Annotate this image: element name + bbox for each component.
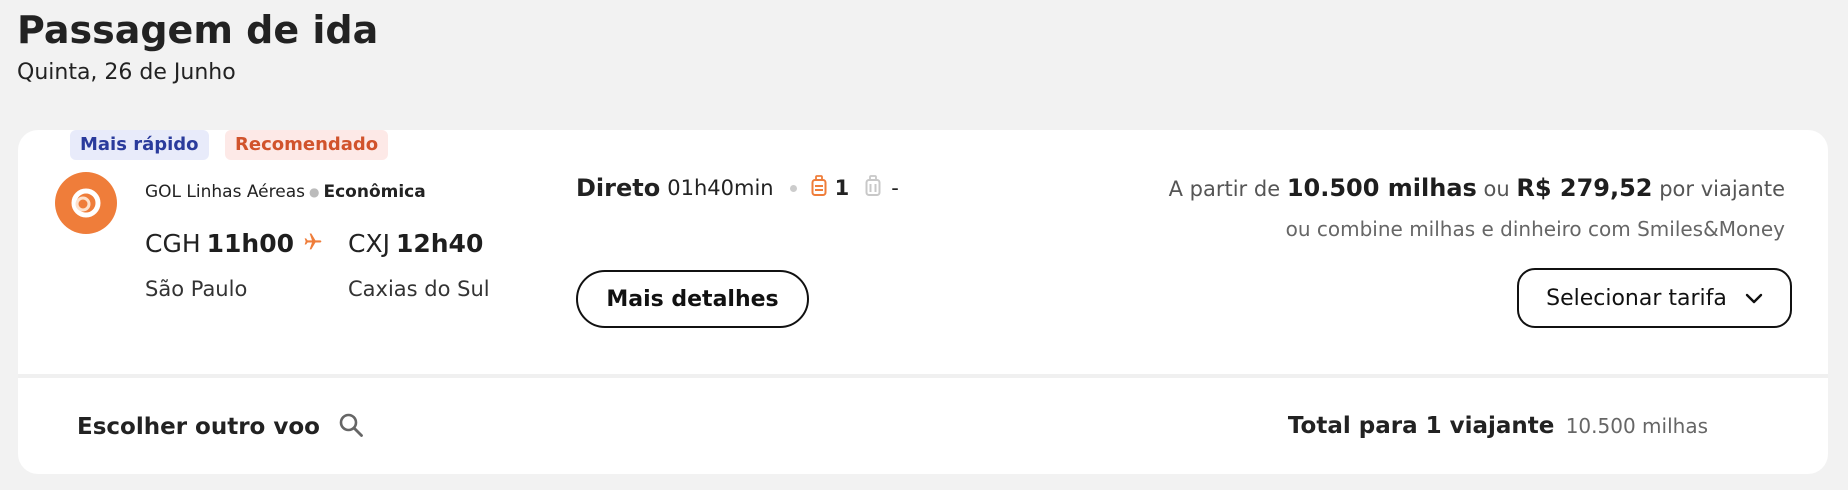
departure-code: CGH xyxy=(145,229,201,258)
total-value: 10.500 milhas xyxy=(1565,414,1708,438)
page-title: Passagem de ida xyxy=(17,8,379,52)
price-money: R$ 279,52 xyxy=(1516,174,1653,202)
total-summary: Total para 1 viajante 10.500 milhas xyxy=(1288,413,1708,439)
recommended-badge: Recomendado xyxy=(225,130,389,160)
duration: 01h40min xyxy=(667,176,774,200)
select-fare-label: Selecionar tarifa xyxy=(1546,285,1727,311)
checked-bag-icon xyxy=(811,174,827,202)
airline-name: GOL Linhas Aéreas xyxy=(145,182,305,202)
choose-other-flight-label: Escolher outro voo xyxy=(77,414,320,440)
separator-dot: ● xyxy=(309,185,320,199)
departure: CGH 11h00 xyxy=(145,229,294,258)
airline-info: GOL Linhas Aéreas ● Econômica xyxy=(145,182,426,202)
price-or: ou xyxy=(1483,177,1510,201)
chevron-down-icon xyxy=(1745,286,1763,311)
fastest-badge: Mais rápido xyxy=(70,130,209,160)
search-icon xyxy=(338,412,364,442)
arrival-code: CXJ xyxy=(348,229,390,258)
airline-logo xyxy=(55,172,117,234)
departure-time: 11h00 xyxy=(206,229,295,258)
smiles-money-note: ou combine milhas e dinheiro com Smiles&… xyxy=(1285,217,1785,241)
hand-bag-count: - xyxy=(891,176,899,200)
price-prefix: A partir de xyxy=(1168,177,1281,201)
checked-bag-count: 1 xyxy=(834,176,850,200)
page-subtitle-date: Quinta, 26 de Junho xyxy=(17,60,236,85)
arrival-time: 12h40 xyxy=(395,229,484,258)
price-suffix: por viajante xyxy=(1659,177,1785,201)
more-details-button[interactable]: Mais detalhes xyxy=(576,270,809,328)
departure-city: São Paulo xyxy=(145,277,248,301)
stops-label: Direto xyxy=(576,174,661,202)
price-summary: A partir de 10.500 milhas ou R$ 279,52 p… xyxy=(1169,174,1785,202)
arrival-city: Caxias do Sul xyxy=(348,277,490,301)
select-fare-button[interactable]: Selecionar tarifa xyxy=(1517,268,1792,328)
flight-info: Direto 01h40min 1 - xyxy=(576,174,899,202)
cabin-class: Econômica xyxy=(323,182,426,202)
flight-card: Mais rápido Recomendado GOL Linhas Aérea… xyxy=(18,130,1828,474)
separator-dot xyxy=(789,184,797,192)
divider xyxy=(18,374,1828,378)
page: Passagem de ida Quinta, 26 de Junho Mais… xyxy=(0,0,1848,490)
hand-bag-icon xyxy=(865,174,881,202)
total-label: Total para 1 viajante xyxy=(1287,413,1555,439)
price-miles: 10.500 milhas xyxy=(1286,174,1477,202)
plane-icon xyxy=(303,231,323,255)
arrival: CXJ 12h40 xyxy=(348,229,483,258)
choose-other-flight-link[interactable]: Escolher outro voo xyxy=(77,412,364,442)
